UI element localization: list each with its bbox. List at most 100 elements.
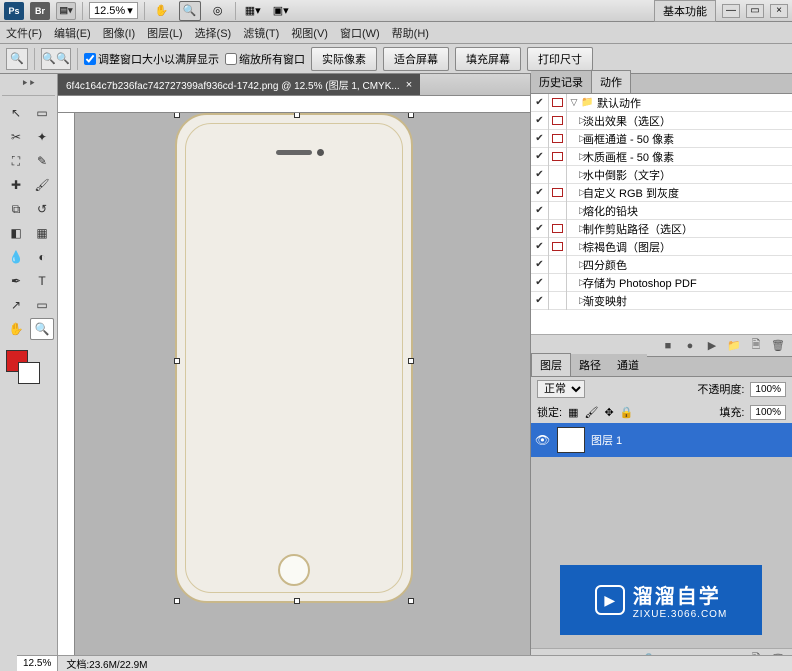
new-set-icon[interactable]: 📁: [726, 338, 742, 354]
toolbox: ⯈⯈ ↖ ▭ ✂ ✦ ⛶ ✎ ✚ 🖌 ⧉ ↺ ◧ ▦ 💧 ◐ ✒ T ↗ ▭ ✋…: [0, 74, 58, 671]
record-icon[interactable]: ●: [682, 338, 698, 354]
ps-logo-icon: Ps: [4, 2, 24, 20]
current-tool-icon[interactable]: 🔍: [6, 48, 28, 70]
lasso-tool[interactable]: ✂: [4, 126, 28, 148]
mini-bridge-icon[interactable]: ▤▾: [56, 2, 76, 20]
zoom-select[interactable]: 12.5%▾: [89, 2, 138, 19]
eye-icon[interactable]: 👁: [535, 433, 551, 447]
dodge-tool[interactable]: ◐: [30, 246, 54, 268]
layer-thumbnail[interactable]: [557, 427, 585, 453]
lock-move-icon[interactable]: ✥: [604, 406, 613, 419]
menu-view[interactable]: 视图(V): [291, 25, 328, 41]
action-item[interactable]: ✔▷四分颜色: [531, 256, 792, 274]
action-item[interactable]: ✔▷淡出效果（选区）: [531, 112, 792, 130]
zoom-tool[interactable]: 🔍: [30, 318, 54, 340]
menu-edit[interactable]: 编辑(E): [54, 25, 91, 41]
action-item[interactable]: ✔▷渐变映射: [531, 292, 792, 310]
fill-value[interactable]: 100%: [750, 405, 786, 420]
action-item[interactable]: ✔▷自定义 RGB 到灰度: [531, 184, 792, 202]
tab-layers[interactable]: 图层: [531, 353, 571, 376]
doc-size-label[interactable]: 文档:23.6M/22.9M: [58, 656, 155, 671]
play-logo-icon: ▶: [595, 585, 625, 615]
lock-transparency-icon[interactable]: ▦: [568, 406, 578, 419]
eyedropper-tool[interactable]: ✎: [30, 150, 54, 172]
rotate-view-icon[interactable]: ◎: [207, 1, 229, 21]
canvas[interactable]: [75, 113, 530, 671]
menu-image[interactable]: 图像(I): [103, 25, 135, 41]
action-item[interactable]: ✔▷木质画框 - 50 像素: [531, 148, 792, 166]
marquee-tool[interactable]: ▭: [30, 102, 54, 124]
fit-window-checkbox[interactable]: 调整窗口大小以满屏显示: [84, 51, 219, 67]
stamp-tool[interactable]: ⧉: [4, 198, 28, 220]
action-item[interactable]: ✔▷熔化的铅块: [531, 202, 792, 220]
lock-brush-icon[interactable]: 🖌: [584, 406, 598, 419]
color-swatches[interactable]: [2, 350, 55, 390]
shape-tool[interactable]: ▭: [30, 294, 54, 316]
zoom-value[interactable]: 12.5%: [17, 656, 58, 671]
history-brush-tool[interactable]: ↺: [30, 198, 54, 220]
layer-row[interactable]: 👁 图层 1: [531, 423, 792, 457]
action-item[interactable]: ✔▷画框通道 - 50 像素: [531, 130, 792, 148]
ruler-vertical: [58, 113, 75, 671]
maximize-button[interactable]: ▭: [746, 4, 764, 18]
action-set-row[interactable]: ✔▽📁默认动作: [531, 94, 792, 112]
eraser-tool[interactable]: ◧: [4, 222, 28, 244]
actions-list[interactable]: ✔▽📁默认动作✔▷淡出效果（选区）✔▷画框通道 - 50 像素✔▷木质画框 - …: [531, 94, 792, 334]
menu-file[interactable]: 文件(F): [6, 25, 42, 41]
blend-mode-select[interactable]: 正常: [537, 380, 585, 398]
zoom-in-out-icon[interactable]: 🔍🔍: [41, 48, 71, 70]
menu-select[interactable]: 选择(S): [195, 25, 232, 41]
layer-name[interactable]: 图层 1: [591, 432, 622, 448]
hand-tool[interactable]: ✋: [4, 318, 28, 340]
hand-view-icon[interactable]: ✋: [151, 1, 173, 21]
fill-screen-button[interactable]: 填充屏幕: [455, 47, 521, 71]
zoom-view-icon[interactable]: 🔍: [179, 1, 201, 21]
background-color[interactable]: [18, 362, 40, 384]
action-item[interactable]: ✔▷存储为 Photoshop PDF: [531, 274, 792, 292]
type-tool[interactable]: T: [30, 270, 54, 292]
tab-history[interactable]: 历史记录: [531, 71, 591, 93]
crop-tool[interactable]: ⛶: [4, 150, 28, 172]
menu-help[interactable]: 帮助(H): [392, 25, 429, 41]
move-tool[interactable]: ↖: [4, 102, 28, 124]
tab-actions[interactable]: 动作: [591, 70, 631, 93]
close-button[interactable]: ×: [770, 4, 788, 18]
opacity-label: 不透明度:: [697, 381, 744, 397]
action-item[interactable]: ✔▷水中倒影（文字）: [531, 166, 792, 184]
options-bar: 🔍 🔍🔍 调整窗口大小以满屏显示 缩放所有窗口 实际像素 适合屏幕 填充屏幕 打…: [0, 44, 792, 74]
scale-all-checkbox[interactable]: 缩放所有窗口: [225, 51, 305, 67]
pen-tool[interactable]: ✒: [4, 270, 28, 292]
fit-screen-button[interactable]: 适合屏幕: [383, 47, 449, 71]
stop-icon[interactable]: ■: [660, 338, 676, 354]
tab-paths[interactable]: 路径: [571, 354, 609, 376]
path-tool[interactable]: ↗: [4, 294, 28, 316]
gradient-tool[interactable]: ▦: [30, 222, 54, 244]
actual-pixels-button[interactable]: 实际像素: [311, 47, 377, 71]
opacity-value[interactable]: 100%: [750, 382, 786, 397]
minimize-button[interactable]: —: [722, 4, 740, 18]
action-item[interactable]: ✔▷棕褐色调（图层）: [531, 238, 792, 256]
heal-tool[interactable]: ✚: [4, 174, 28, 196]
trash-icon[interactable]: 🗑: [770, 338, 786, 354]
bridge-icon[interactable]: Br: [30, 2, 50, 20]
new-action-icon[interactable]: 🗎: [748, 338, 764, 354]
lock-all-icon[interactable]: 🔒: [620, 406, 634, 419]
toolbox-collapse-icon[interactable]: ⯈⯈: [21, 78, 35, 95]
tab-channels[interactable]: 通道: [609, 354, 647, 376]
actions-panel: 历史记录 动作 ✔▽📁默认动作✔▷淡出效果（选区）✔▷画框通道 - 50 像素✔…: [531, 74, 792, 357]
action-item[interactable]: ✔▷制作剪贴路径（选区）: [531, 220, 792, 238]
brush-tool[interactable]: 🖌: [30, 174, 54, 196]
blur-tool[interactable]: 💧: [4, 246, 28, 268]
screen-mode-icon[interactable]: ▣▾: [270, 1, 292, 21]
play-icon[interactable]: ▶: [704, 338, 720, 354]
arrange-icon[interactable]: ▦▾: [242, 1, 264, 21]
menu-window[interactable]: 窗口(W): [340, 25, 380, 41]
document-tab[interactable]: 6f4c164c7b236fac742727399af936cd-1742.pn…: [58, 74, 420, 95]
tab-close-icon[interactable]: ×: [406, 79, 412, 91]
wand-tool[interactable]: ✦: [30, 126, 54, 148]
menu-layer[interactable]: 图层(L): [147, 25, 182, 41]
menubar: 文件(F) 编辑(E) 图像(I) 图层(L) 选择(S) 滤镜(T) 视图(V…: [0, 22, 792, 44]
workspace-switcher[interactable]: 基本功能: [654, 0, 716, 22]
print-size-button[interactable]: 打印尺寸: [527, 47, 593, 71]
menu-filter[interactable]: 滤镜(T): [243, 25, 279, 41]
